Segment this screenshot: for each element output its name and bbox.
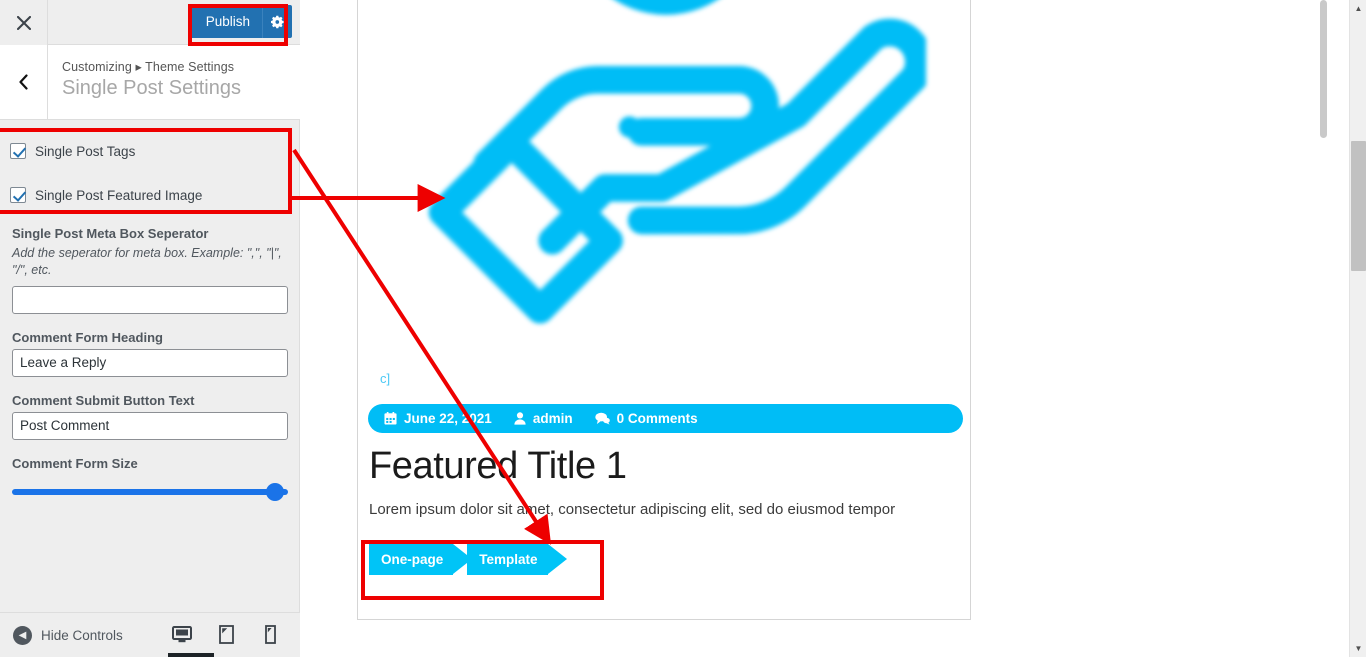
meta-box-seperator-input[interactable] [12, 285, 288, 314]
scroll-up-arrow-icon[interactable]: ▲ [1350, 0, 1366, 17]
post-excerpt: Lorem ipsum dolor sit amet, consectetur … [369, 501, 896, 518]
post-tags: One-page Template [369, 544, 567, 575]
tablet-icon[interactable] [204, 612, 248, 657]
hide-controls-label: Hide Controls [41, 627, 123, 643]
post-author: admin [514, 411, 573, 426]
field-label: Comment Form Size [12, 455, 138, 471]
checkbox-single-post-tags[interactable]: Single Post Tags [10, 136, 300, 166]
user-icon [514, 412, 526, 425]
panel-title-group: Customizing ▸ Theme Settings Single Post… [48, 45, 241, 119]
field-meta-box-seperator: Single Post Meta Box Seperator Add the s… [0, 226, 300, 314]
post-date: June 22, 2021 [384, 411, 492, 426]
field-description: Add the seperator for meta box. Example:… [12, 246, 282, 277]
breadcrumb: Customizing ▸ Theme Settings [62, 60, 235, 74]
browser-scrollbar[interactable]: ▲ ▼ [1349, 0, 1366, 657]
tag-one-page[interactable]: One-page [369, 544, 473, 575]
featured-image [358, 0, 970, 355]
page-title: Single Post Settings [62, 77, 241, 99]
site-preview: c] June 22, 2021 admin 0 Comments Featur… [301, 0, 1346, 657]
preview-scrollbar[interactable] [1318, 0, 1328, 657]
field-label: Comment Form Heading [12, 329, 163, 345]
browser-scrollbar-thumb[interactable] [1351, 141, 1366, 271]
post-date-label: June 22, 2021 [404, 411, 492, 426]
panel-header: Customizing ▸ Theme Settings Single Post… [0, 45, 300, 120]
scroll-down-arrow-icon[interactable]: ▼ [1350, 640, 1366, 657]
post-title[interactable]: Featured Title 1 [369, 445, 627, 488]
post-category[interactable]: c] [380, 371, 390, 386]
mobile-icon[interactable] [248, 612, 292, 657]
field-comment-form-size: Comment Form Size [0, 456, 300, 503]
post-comments: 0 Comments [594, 411, 698, 426]
comments-icon [594, 412, 610, 425]
field-comment-submit-button-text: Comment Submit Button Text [0, 393, 300, 440]
close-icon[interactable] [0, 0, 48, 45]
tag-template[interactable]: Template [467, 544, 567, 575]
calendar-icon [384, 412, 397, 425]
customizer-screen: Publish Customizing ▸ Theme Settings Sin… [0, 0, 1366, 657]
checkbox-icon[interactable] [10, 187, 26, 203]
customizer-header: Publish [0, 0, 300, 45]
sidebar-footer: ◀ Hide Controls [0, 612, 300, 657]
desktop-active-indicator [176, 653, 214, 657]
desktop-icon[interactable] [160, 612, 204, 657]
slider-track[interactable] [12, 488, 288, 495]
checkbox-icon[interactable] [10, 143, 26, 159]
device-preview-switcher [160, 612, 292, 657]
post-author-label: admin [532, 411, 573, 426]
post-card: c] June 22, 2021 admin 0 Comments Featur… [357, 0, 971, 620]
comment-form-size-slider[interactable] [12, 481, 288, 503]
post-comments-label: 0 Comments [616, 411, 698, 426]
publish-button[interactable]: Publish [187, 5, 262, 38]
checkbox-label: Single Post Featured Image [35, 187, 203, 203]
field-comment-form-heading: Comment Form Heading [0, 330, 300, 377]
customizer-sidebar: Publish Customizing ▸ Theme Settings Sin… [0, 0, 300, 657]
comment-submit-button-text-input[interactable] [12, 411, 288, 440]
settings-controls: Single Post Tags Single Post Featured Im… [0, 126, 300, 503]
checkbox-label: Single Post Tags [35, 143, 136, 159]
preview-scrollbar-thumb[interactable] [1320, 0, 1327, 138]
publish-button-group[interactable]: Publish [187, 5, 292, 38]
slider-thumb[interactable] [266, 482, 284, 501]
chevron-left-icon[interactable] [0, 45, 48, 119]
field-label: Single Post Meta Box Seperator [12, 226, 209, 241]
hide-controls-button[interactable]: ◀ Hide Controls [13, 625, 123, 645]
checkbox-single-post-featured-image[interactable]: Single Post Featured Image [10, 180, 300, 210]
gear-icon[interactable] [262, 5, 292, 38]
chevron-left-circle-icon: ◀ [13, 625, 32, 645]
post-meta-bar: June 22, 2021 admin 0 Comments [368, 404, 963, 433]
comment-form-heading-input[interactable] [12, 348, 288, 377]
field-label: Comment Submit Button Text [12, 392, 195, 408]
